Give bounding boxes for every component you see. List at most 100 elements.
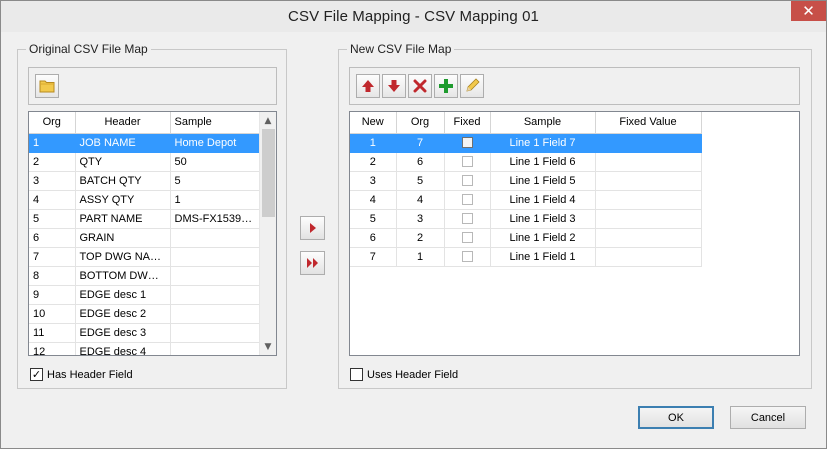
org-cell[interactable]: 1 bbox=[396, 247, 445, 267]
sample-cell[interactable]: Line 1 Field 7 bbox=[490, 133, 596, 153]
org-cell[interactable]: 4 bbox=[29, 190, 76, 210]
header-cell[interactable]: ASSY QTY bbox=[75, 190, 171, 210]
new-cell[interactable]: 2 bbox=[350, 152, 397, 172]
org-cell[interactable]: 2 bbox=[396, 228, 445, 248]
table-row[interactable]: 6 GRAIN bbox=[29, 228, 261, 248]
header-cell[interactable]: GRAIN bbox=[75, 228, 171, 248]
org-cell[interactable]: 4 bbox=[396, 190, 445, 210]
table-row[interactable]: 2 6 Line 1 Field 6 bbox=[350, 152, 702, 172]
cancel-button[interactable]: Cancel bbox=[730, 406, 806, 429]
sample-cell[interactable]: Line 1 Field 3 bbox=[490, 209, 596, 229]
sample-cell[interactable] bbox=[170, 304, 261, 324]
table-row[interactable]: 3 5 Line 1 Field 5 bbox=[350, 171, 702, 191]
original-map-table[interactable]: Org Header Sample 1 JOB NAME Home Depot 2 QT… bbox=[28, 111, 277, 356]
fixed-checkbox[interactable] bbox=[461, 213, 473, 225]
new-cell[interactable]: 4 bbox=[350, 190, 397, 210]
org-cell[interactable]: 5 bbox=[396, 171, 445, 191]
sample-cell[interactable]: 1 bbox=[170, 190, 261, 210]
new-cell[interactable]: 1 bbox=[350, 133, 397, 153]
fixed-checkbox[interactable] bbox=[461, 232, 473, 244]
org-cell[interactable]: 3 bbox=[396, 209, 445, 229]
column-header-org[interactable]: Org bbox=[29, 112, 76, 134]
has-header-checkbox[interactable]: ✓ Has Header Field bbox=[30, 368, 133, 381]
fixed-cell[interactable] bbox=[444, 247, 491, 267]
org-cell[interactable]: 10 bbox=[29, 304, 76, 324]
fixed-value-cell[interactable] bbox=[595, 228, 702, 248]
column-header-fixed-value[interactable]: Fixed Value bbox=[595, 112, 702, 134]
fixed-cell[interactable] bbox=[444, 133, 491, 153]
org-cell[interactable]: 6 bbox=[29, 228, 76, 248]
fixed-cell[interactable] bbox=[444, 209, 491, 229]
table-row[interactable]: 6 2 Line 1 Field 2 bbox=[350, 228, 702, 248]
move-up-button[interactable] bbox=[356, 74, 380, 98]
scroll-thumb[interactable] bbox=[262, 129, 275, 217]
fixed-value-cell[interactable] bbox=[595, 171, 702, 191]
header-cell[interactable]: EDGE desc 3 bbox=[75, 323, 171, 343]
new-map-table[interactable]: New Org Fixed Sample Fixed Value 1 7 Line … bbox=[349, 111, 800, 356]
org-cell[interactable]: 5 bbox=[29, 209, 76, 229]
fixed-cell[interactable] bbox=[444, 171, 491, 191]
table-row[interactable]: 4 4 Line 1 Field 4 bbox=[350, 190, 702, 210]
new-cell[interactable]: 5 bbox=[350, 209, 397, 229]
left-vertical-scrollbar[interactable]: ▲ ▼ bbox=[259, 112, 276, 355]
org-cell[interactable]: 8 bbox=[29, 266, 76, 286]
table-row[interactable]: 1 JOB NAME Home Depot bbox=[29, 133, 261, 153]
org-cell[interactable]: 6 bbox=[396, 152, 445, 172]
new-cell[interactable]: 3 bbox=[350, 171, 397, 191]
sample-cell[interactable]: DMS-FX1539-H-OL bbox=[170, 209, 261, 229]
org-cell[interactable]: 9 bbox=[29, 285, 76, 305]
column-header-sample[interactable]: Sample bbox=[170, 112, 261, 134]
sample-cell[interactable] bbox=[170, 342, 261, 355]
table-row[interactable]: 11 EDGE desc 3 bbox=[29, 323, 261, 343]
sample-cell[interactable]: 5 bbox=[170, 171, 261, 191]
table-row[interactable]: 5 3 Line 1 Field 3 bbox=[350, 209, 702, 229]
sample-cell[interactable] bbox=[170, 285, 261, 305]
header-cell[interactable]: EDGE desc 2 bbox=[75, 304, 171, 324]
header-cell[interactable]: TOP DWG NAME bbox=[75, 247, 171, 267]
header-cell[interactable]: BOTTOM DWG N... bbox=[75, 266, 171, 286]
fixed-checkbox[interactable] bbox=[461, 156, 473, 168]
table-row[interactable]: 4 ASSY QTY 1 bbox=[29, 190, 261, 210]
table-row[interactable]: 8 BOTTOM DWG N... bbox=[29, 266, 261, 286]
column-header-fixed[interactable]: Fixed bbox=[444, 112, 491, 134]
fixed-checkbox[interactable] bbox=[461, 194, 473, 206]
sample-cell[interactable]: Line 1 Field 4 bbox=[490, 190, 596, 210]
header-cell[interactable]: JOB NAME bbox=[75, 133, 171, 153]
title-bar[interactable]: CSV File Mapping - CSV Mapping 01 ✕ bbox=[1, 1, 826, 32]
scroll-down-icon[interactable]: ▼ bbox=[260, 338, 276, 355]
edit-button[interactable] bbox=[460, 74, 484, 98]
fixed-cell[interactable] bbox=[444, 228, 491, 248]
add-button[interactable] bbox=[434, 74, 458, 98]
sample-cell[interactable]: 50 bbox=[170, 152, 261, 172]
sample-cell[interactable] bbox=[170, 266, 261, 286]
add-selected-button[interactable] bbox=[300, 216, 325, 240]
fixed-checkbox[interactable] bbox=[461, 175, 473, 187]
fixed-cell[interactable] bbox=[444, 190, 491, 210]
header-cell[interactable]: QTY bbox=[75, 152, 171, 172]
header-cell[interactable]: EDGE desc 4 bbox=[75, 342, 171, 355]
add-all-button[interactable] bbox=[300, 251, 325, 275]
fixed-value-cell[interactable] bbox=[595, 247, 702, 267]
new-cell[interactable]: 6 bbox=[350, 228, 397, 248]
column-header-new[interactable]: New bbox=[350, 112, 397, 134]
scroll-up-icon[interactable]: ▲ bbox=[260, 112, 276, 129]
fixed-value-cell[interactable] bbox=[595, 190, 702, 210]
fixed-checkbox[interactable] bbox=[461, 251, 473, 263]
org-cell[interactable]: 1 bbox=[29, 133, 76, 153]
header-cell[interactable]: BATCH QTY bbox=[75, 171, 171, 191]
sample-cell[interactable] bbox=[170, 323, 261, 343]
new-cell[interactable]: 7 bbox=[350, 247, 397, 267]
org-cell[interactable]: 12 bbox=[29, 342, 76, 355]
table-row[interactable]: 10 EDGE desc 2 bbox=[29, 304, 261, 324]
close-button[interactable]: ✕ bbox=[791, 1, 826, 21]
table-row[interactable]: 1 7 Line 1 Field 7 bbox=[350, 133, 702, 153]
column-header-sample[interactable]: Sample bbox=[490, 112, 596, 134]
uses-header-checkbox[interactable]: Uses Header Field bbox=[350, 368, 458, 381]
fixed-value-cell[interactable] bbox=[595, 133, 702, 153]
table-row[interactable]: 5PART NAMEDMS-FX1539-H-OL bbox=[29, 209, 261, 229]
sample-cell[interactable]: Line 1 Field 6 bbox=[490, 152, 596, 172]
header-cell[interactable]: EDGE desc 1 bbox=[75, 285, 171, 305]
sample-cell[interactable]: Line 1 Field 1 bbox=[490, 247, 596, 267]
fixed-value-cell[interactable] bbox=[595, 209, 702, 229]
org-cell[interactable]: 11 bbox=[29, 323, 76, 343]
